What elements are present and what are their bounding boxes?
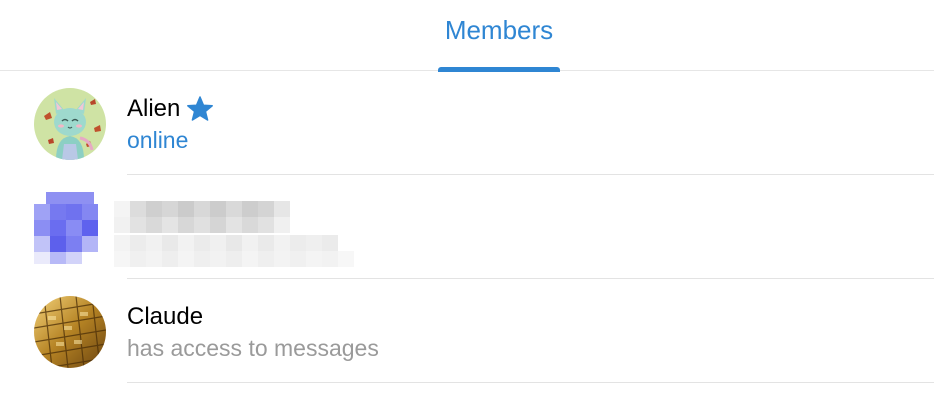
member-name-row: Alien xyxy=(127,95,214,123)
pixelated-avatar-icon xyxy=(34,192,98,264)
avatar[interactable] xyxy=(34,296,106,368)
member-name: Alien xyxy=(127,95,181,122)
tab-bar: Members xyxy=(0,0,934,72)
member-row-redacted[interactable] xyxy=(0,175,934,279)
tab-members[interactable]: Members xyxy=(438,0,560,72)
star-icon xyxy=(187,96,214,121)
member-status: has access to messages xyxy=(127,335,379,361)
member-status: online xyxy=(127,127,189,153)
redacted-text-block xyxy=(114,201,354,267)
avatar[interactable] xyxy=(34,192,106,264)
members-list: Alien online Claude has access to messag… xyxy=(0,71,934,383)
member-name: Claude xyxy=(127,303,204,330)
gold-bars-avatar-icon xyxy=(34,296,106,368)
tab-members-label: Members xyxy=(444,15,554,45)
member-row-claude[interactable]: Claude has access to messages xyxy=(0,279,934,383)
cartoon-cat-avatar-icon xyxy=(34,88,106,160)
member-row-alien[interactable]: Alien online xyxy=(0,71,934,175)
member-name-row: Claude xyxy=(127,303,203,331)
row-divider xyxy=(127,382,934,383)
avatar[interactable] xyxy=(34,88,106,160)
